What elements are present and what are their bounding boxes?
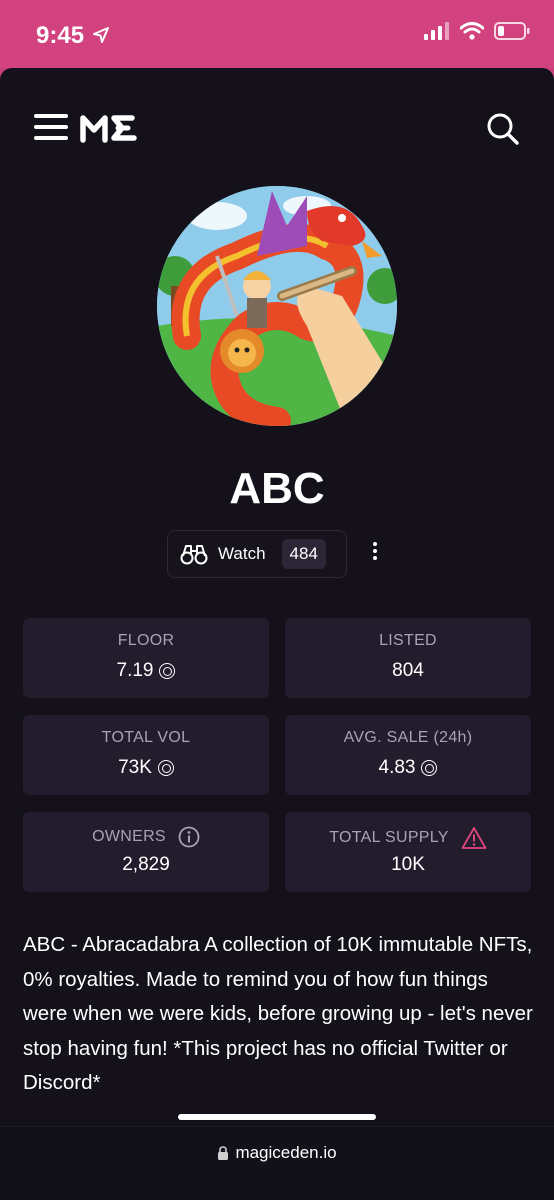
top-nav [0,68,554,188]
stat-floor-label: FLOOR [117,632,175,649]
info-icon[interactable] [178,826,200,848]
location-arrow-icon [93,27,109,43]
stat-listed-value: 804 [392,660,424,681]
signal-icon [424,22,449,40]
status-time: 9:45 [36,22,85,49]
sol-currency-icon [157,760,174,776]
stat-listed-label: LISTED [379,632,437,649]
stat-floor-value: 7.19 [116,660,154,681]
warning-icon[interactable] [461,826,487,850]
sol-currency-icon [421,760,438,776]
lock-icon [218,1146,229,1160]
stat-total-supply-label: TOTAL SUPPLY [329,829,449,846]
search-icon[interactable] [486,112,520,146]
collection-title: ABC [229,464,325,513]
watch-count-badge: 484 [281,539,326,569]
status-icons [424,22,530,40]
more-options-icon[interactable] [368,542,382,564]
hamburger-menu-icon[interactable] [34,114,68,144]
status-bar: 9:45 [0,0,554,68]
stat-avg-sale: AVG. SALE (24h) 4.83 [285,715,531,795]
collection-description: ABC - Abracadabra A collection of 10K im… [23,933,533,1094]
stat-owners: OWNERS 2,829 [23,812,269,892]
magic-eden-logo[interactable] [80,110,138,146]
url-text: magiceden.io [235,1143,337,1162]
wifi-icon [460,22,484,40]
stat-total-supply: TOTAL SUPPLY 10K [285,812,531,892]
stat-avg-sale-value: 4.83 [378,757,416,778]
browser-page: ABC Watch 484 FLOOR 7.19 LISTED 804 TOTA… [0,68,554,1200]
stat-total-vol-label: TOTAL VOL [101,729,191,746]
stat-owners-value: 2,829 [122,854,170,875]
stat-floor: FLOOR 7.19 [23,618,269,698]
stat-listed: LISTED 804 [285,618,531,698]
sol-currency-icon [159,663,176,679]
stat-avg-sale-label: AVG. SALE (24h) [343,729,473,746]
watch-label: Watch [218,544,266,563]
home-indicator[interactable] [178,1114,376,1120]
collection-avatar [157,186,397,426]
watch-button[interactable]: Watch 484 [167,530,347,578]
battery-icon [494,22,530,40]
binoculars-icon [180,545,208,565]
stat-total-vol: TOTAL VOL 73K [23,715,269,795]
browser-url-bar[interactable]: magiceden.io [0,1126,554,1200]
stat-total-supply-value: 10K [391,854,425,875]
stat-owners-label: OWNERS [92,828,166,845]
stat-total-vol-value: 73K [118,757,152,778]
